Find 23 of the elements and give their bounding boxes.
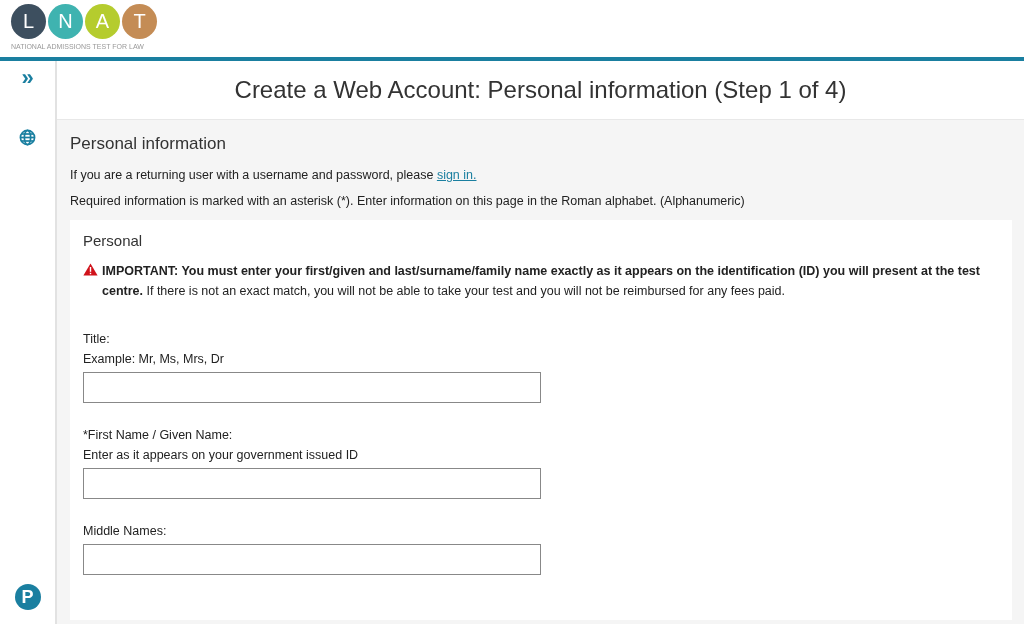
input-field[interactable]: [83, 372, 541, 403]
field-hint: Example: Mr, Ms, Mrs, Dr: [83, 351, 225, 368]
brand-logo: P: [14, 584, 41, 610]
warning-text: IMPORTANT: You must enter your first/given and last/surname/family name exactly as it appears on the identification (ID) you will present at the test centre. If there is not an exact match, you will not be able to take your test and you will not be reimbursed for any fees paid.: [102, 263, 981, 300]
page-title: Create a Web Account: Personal information (Step 1 of 4): [234, 76, 847, 104]
required-note: Required information is marked with an asterisk (*). Enter information on this page in the Roman alphabet. (Alphanumeric): [70, 194, 746, 208]
logo-letter: A: [85, 4, 120, 39]
field-label: *First Name / Given Name:: [83, 427, 234, 444]
section-heading: Personal information: [70, 134, 227, 154]
globe-icon[interactable]: [19, 129, 36, 146]
card-heading: Personal: [83, 232, 144, 249]
logo-letter: N: [48, 4, 83, 39]
returning-user-text: If you are a returning user with a username and password, please: [70, 168, 434, 182]
logo-letter: L: [11, 4, 46, 39]
sign-in-link[interactable]: sign in.: [436, 168, 477, 182]
field-label: Middle Names:: [83, 523, 168, 540]
input-field[interactable]: [83, 468, 541, 499]
field-label: Title:: [83, 331, 111, 348]
input-field[interactable]: [83, 544, 541, 575]
logo-letter: T: [122, 4, 157, 39]
warning-icon: [83, 263, 98, 276]
field-hint: Enter as it appears on your government issued ID: [83, 447, 360, 464]
expand-button[interactable]: »: [17, 67, 38, 89]
